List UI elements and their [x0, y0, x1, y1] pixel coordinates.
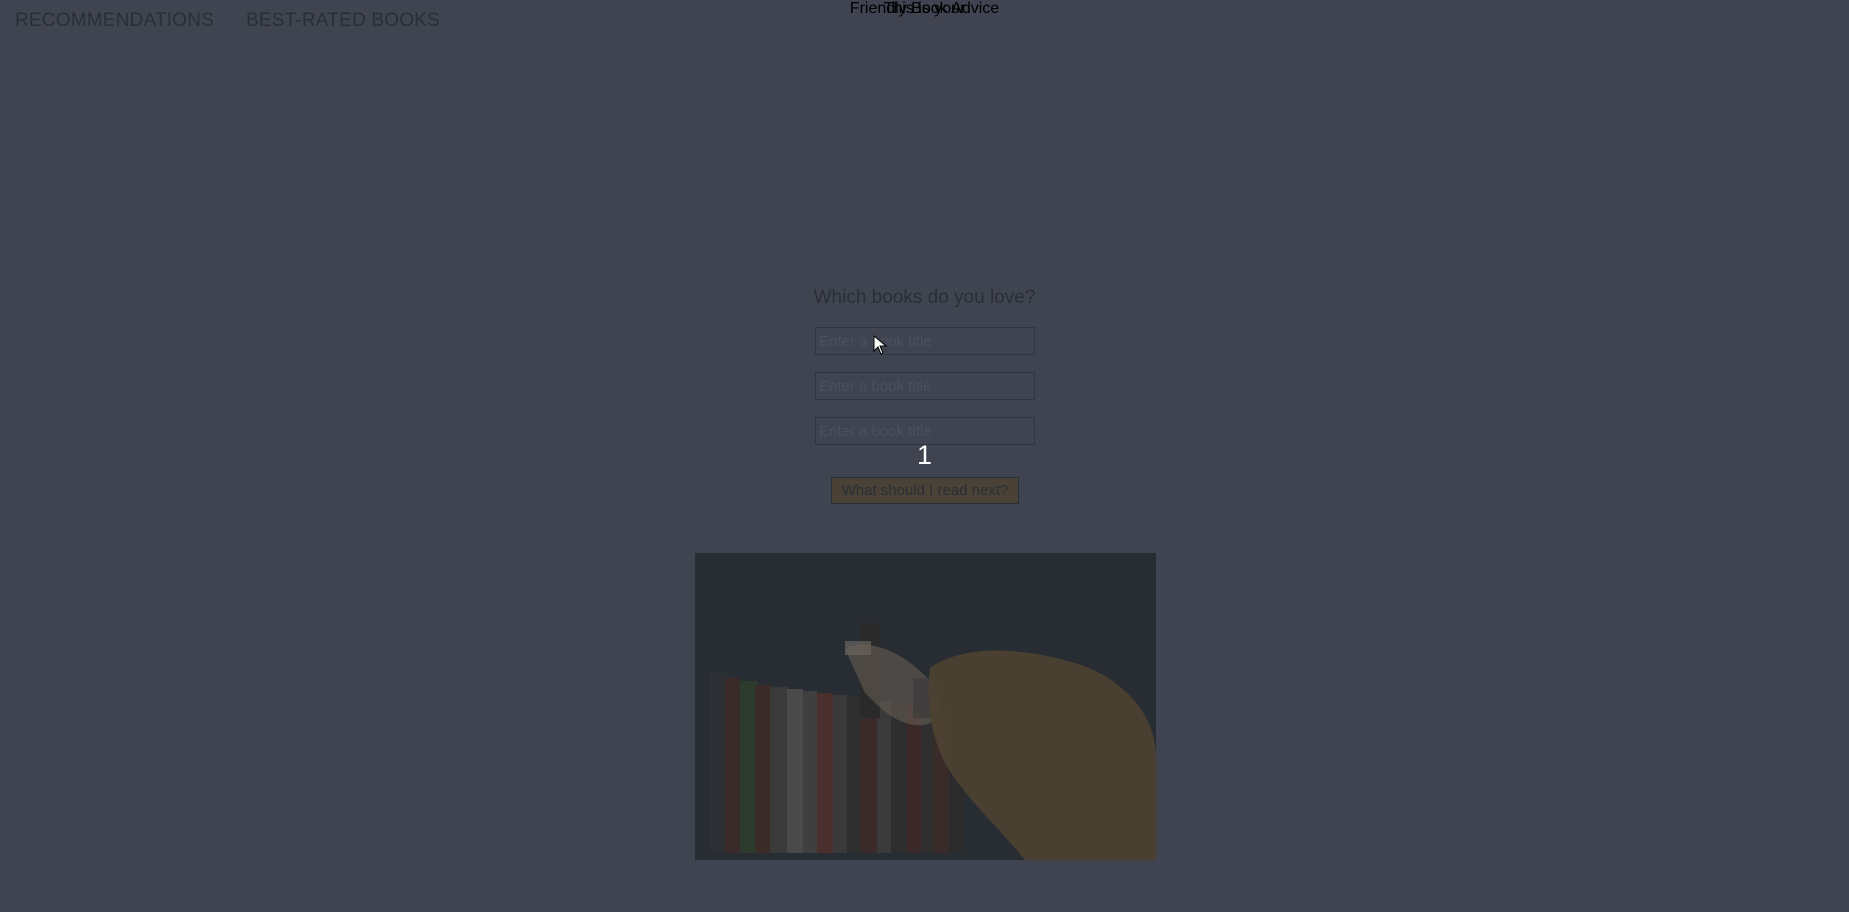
- books-shelf-illustration: [695, 553, 1156, 860]
- book-inputs: [815, 327, 1035, 445]
- page-title: Friendly Book Advice: [849, 0, 1000, 17]
- what-should-i-read-next-button[interactable]: What should I read next?: [831, 477, 1019, 504]
- book-title-input-1[interactable]: [815, 327, 1035, 355]
- book-title-input-2[interactable]: [815, 372, 1035, 400]
- form-question: Which books do you love?: [813, 287, 1036, 308]
- step-number: 1: [916, 440, 933, 470]
- mouse-pointer-icon: [873, 335, 887, 355]
- books-shelf-photo: [695, 553, 1156, 860]
